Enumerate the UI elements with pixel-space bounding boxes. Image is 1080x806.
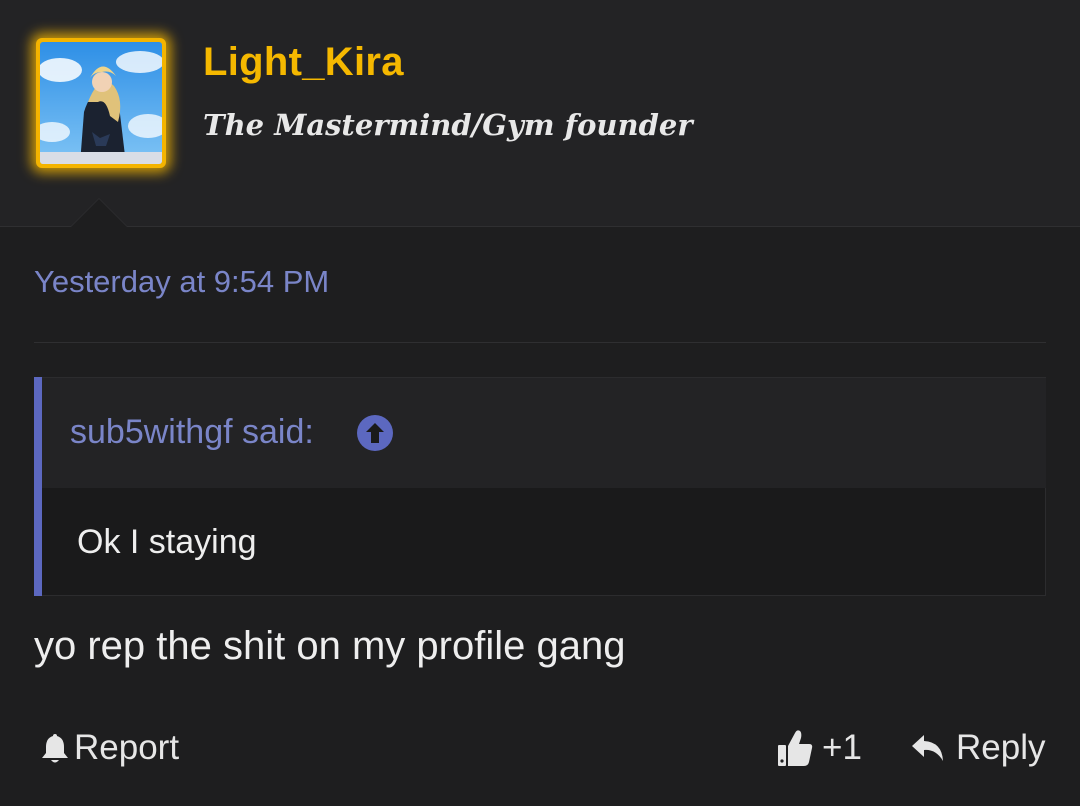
report-label: Report <box>74 728 180 767</box>
reply-arrow-icon <box>912 735 943 761</box>
avatar-image[interactable] <box>40 42 162 164</box>
author-user-title: The Mastermind/Gym founder <box>203 108 693 142</box>
reply-button[interactable]: Reply <box>910 728 1045 768</box>
quote-author-label[interactable]: sub5withgf said: <box>70 413 314 452</box>
avatar[interactable] <box>36 38 166 168</box>
arrow-up-circle-icon[interactable] <box>357 415 393 451</box>
post-divider <box>34 342 1046 343</box>
post-author-header: Light_Kira The Mastermind/Gym founder <box>0 0 1080 227</box>
author-username[interactable]: Light_Kira <box>203 40 404 85</box>
quote-accent-bar <box>34 377 42 596</box>
avatar-illustration <box>40 42 162 164</box>
reply-label: Reply <box>956 728 1046 767</box>
post-message: yo rep the shit on my profile gang <box>34 624 626 668</box>
like-count-label: +1 <box>822 728 862 767</box>
forum-post: Light_Kira The Mastermind/Gym founder Ye… <box>0 0 1080 806</box>
like-button[interactable]: +1 <box>776 726 862 770</box>
report-button[interactable]: Report <box>40 728 179 768</box>
quote-block: sub5withgf said: Ok I staying <box>34 377 1046 596</box>
quote-body-text: Ok I staying <box>77 523 257 561</box>
thumbs-up-icon <box>778 730 813 766</box>
post-timestamp[interactable]: Yesterday at 9:54 PM <box>34 264 329 300</box>
bell-icon <box>42 734 68 763</box>
header-pointer-arrow <box>70 198 128 227</box>
